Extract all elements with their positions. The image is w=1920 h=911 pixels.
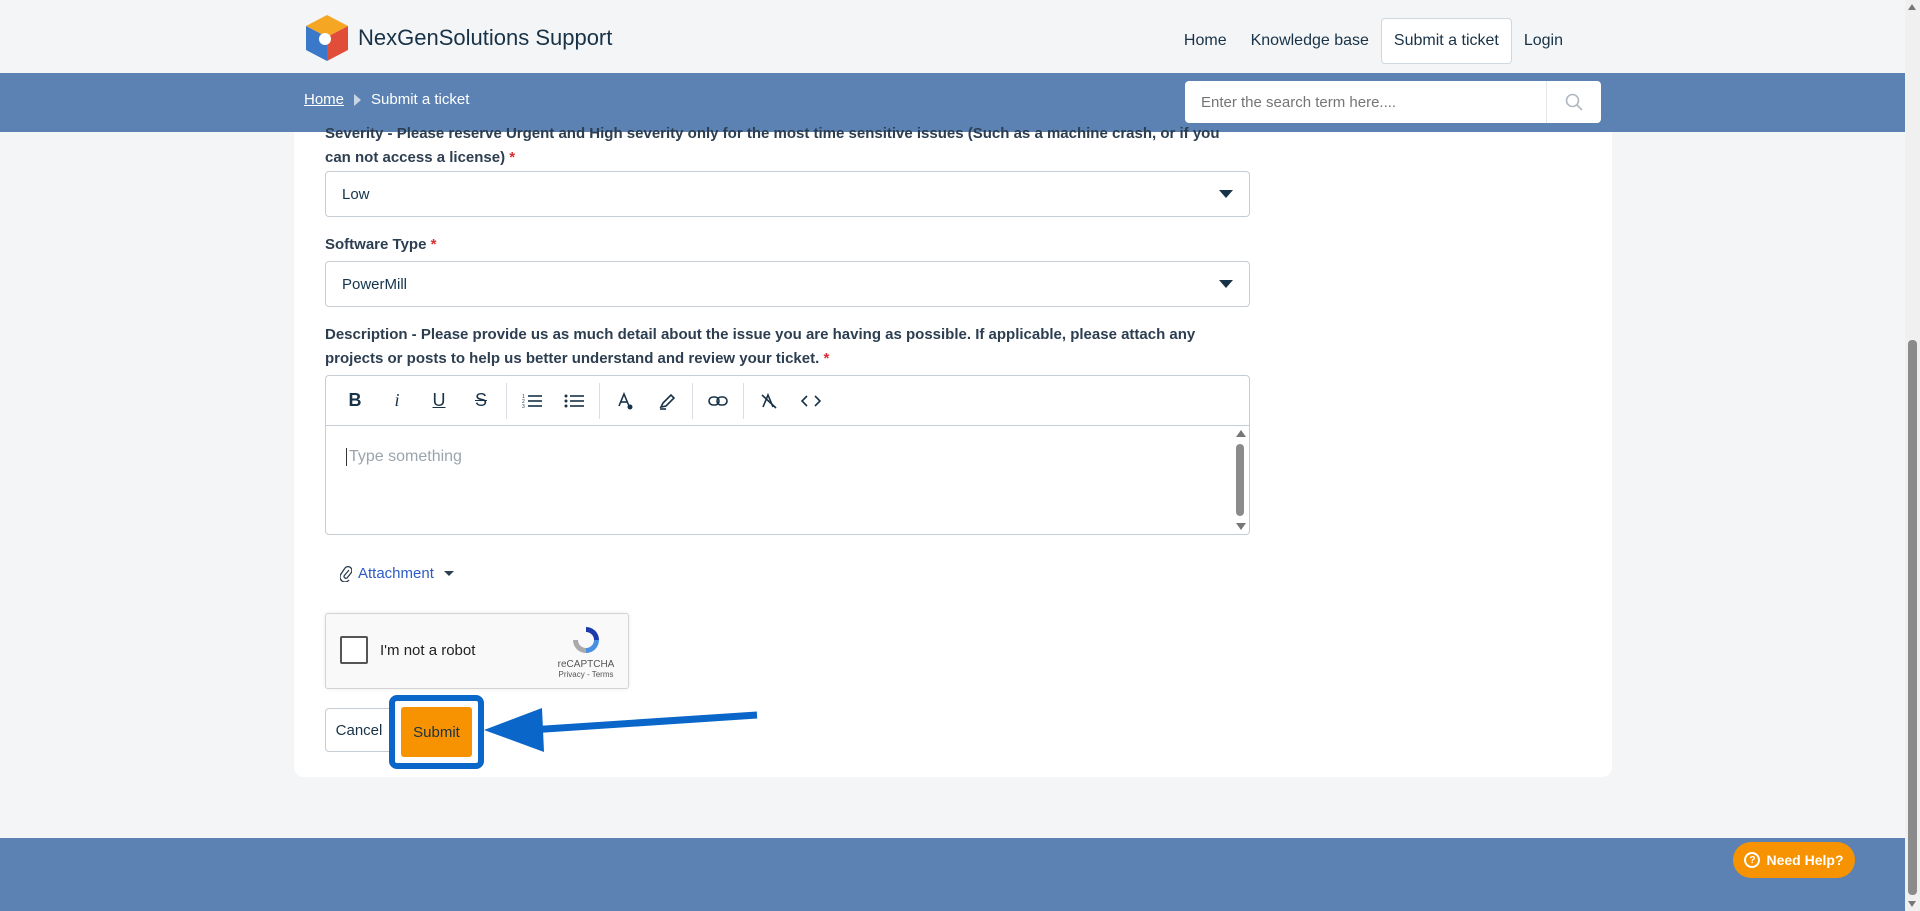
recaptcha-widget: I'm not a robot reCAPTCHA Privacy - Term… [325, 613, 629, 689]
editor-placeholder: Type something [346, 448, 462, 466]
captcha-checkbox[interactable] [340, 636, 368, 664]
bullet-list-icon[interactable] [553, 383, 595, 419]
nav-login[interactable]: Login [1512, 22, 1575, 60]
software-type-value: PowerMill [342, 275, 408, 293]
breadcrumb: Home Submit a ticket [304, 91, 469, 108]
nav-home[interactable]: Home [1172, 22, 1239, 60]
paperclip-icon [340, 565, 352, 582]
top-header: NexGenSolutions Support Home Knowledge b… [0, 0, 1905, 73]
link-icon[interactable] [697, 383, 739, 419]
search-icon [1565, 93, 1583, 111]
breadcrumb-current: Submit a ticket [371, 91, 470, 108]
severity-label-text: Severity - Please reserve Urgent and Hig… [325, 125, 1220, 166]
code-icon[interactable] [790, 383, 832, 419]
recaptcha-brand: reCAPTCHA [557, 659, 615, 670]
toolbar-divider [506, 382, 507, 419]
strikethrough-icon[interactable]: S [460, 383, 502, 419]
severity-select[interactable]: Low [325, 171, 1250, 217]
editor-scrollbar[interactable] [1233, 428, 1247, 532]
scroll-thumb[interactable] [1908, 340, 1917, 895]
description-editor: B i U S 123 Type something [325, 375, 1250, 535]
search-button[interactable] [1546, 81, 1601, 123]
scroll-down-icon[interactable] [1236, 523, 1246, 530]
annotation-arrow-icon [484, 708, 758, 752]
recaptcha-logo: reCAPTCHA Privacy - Terms [556, 624, 616, 679]
recaptcha-links[interactable]: Privacy - Terms [556, 670, 616, 679]
search-input[interactable] [1185, 81, 1546, 123]
required-marker: * [430, 236, 437, 253]
chevron-down-icon [1219, 190, 1233, 198]
search-bar [1185, 81, 1601, 123]
svg-text:3: 3 [522, 404, 525, 409]
submit-button[interactable]: Submit [401, 707, 472, 757]
logo-icon [306, 15, 348, 61]
brand[interactable]: NexGenSolutions Support [304, 13, 612, 63]
ordered-list-icon[interactable]: 123 [511, 383, 553, 419]
need-help-label: Need Help? [1766, 852, 1844, 868]
bold-icon[interactable]: B [334, 383, 376, 419]
scroll-up-icon[interactable] [1236, 430, 1246, 437]
toolbar-divider [599, 382, 600, 419]
attachment-label: Attachment [358, 565, 434, 582]
editor-body[interactable]: Type something [326, 426, 1249, 534]
need-help-button[interactable]: ? Need Help? [1733, 842, 1855, 878]
scroll-down-icon[interactable] [1908, 901, 1916, 907]
toolbar-divider [743, 382, 744, 419]
brand-name: NexGenSolutions Support [358, 25, 613, 50]
recaptcha-icon [573, 627, 599, 653]
submit-highlight: Submit [389, 695, 484, 769]
clear-format-icon[interactable] [748, 383, 790, 419]
description-label-text: Description - Please provide us as much … [325, 326, 1196, 367]
footer [0, 838, 1905, 911]
required-marker: * [509, 149, 516, 166]
nav-knowledge-base[interactable]: Knowledge base [1239, 22, 1381, 60]
software-type-label-text: Software Type [325, 236, 427, 253]
severity-value: Low [342, 185, 370, 203]
scroll-up-icon[interactable] [1908, 4, 1916, 10]
software-type-label: Software Type * [325, 233, 1240, 257]
scroll-thumb[interactable] [1236, 444, 1244, 516]
underline-icon[interactable]: U [418, 383, 460, 419]
captcha-label: I'm not a robot [380, 642, 476, 659]
help-icon: ? [1744, 852, 1761, 868]
editor-toolbar: B i U S 123 [326, 376, 1249, 426]
required-marker: * [823, 350, 830, 367]
nav-submit-ticket[interactable]: Submit a ticket [1380, 18, 1512, 64]
text-color-icon[interactable] [604, 383, 646, 419]
attachment-button[interactable]: Attachment [340, 565, 454, 582]
page-scrollbar[interactable] [1905, 0, 1920, 911]
main-nav: Home Knowledge base Submit a ticket Logi… [1172, 18, 1575, 64]
cancel-button[interactable]: Cancel [325, 708, 393, 752]
italic-icon[interactable]: i [376, 383, 418, 419]
description-label: Description - Please provide us as much … [325, 323, 1240, 371]
software-type-select[interactable]: PowerMill [325, 261, 1250, 307]
severity-label: Severity - Please reserve Urgent and Hig… [325, 122, 1240, 170]
breadcrumb-separator-icon [354, 93, 362, 106]
highlight-icon[interactable] [646, 383, 688, 419]
chevron-down-icon [1219, 280, 1233, 288]
chevron-down-icon [443, 571, 454, 576]
toolbar-divider [692, 382, 693, 419]
breadcrumb-home[interactable]: Home [304, 91, 344, 108]
